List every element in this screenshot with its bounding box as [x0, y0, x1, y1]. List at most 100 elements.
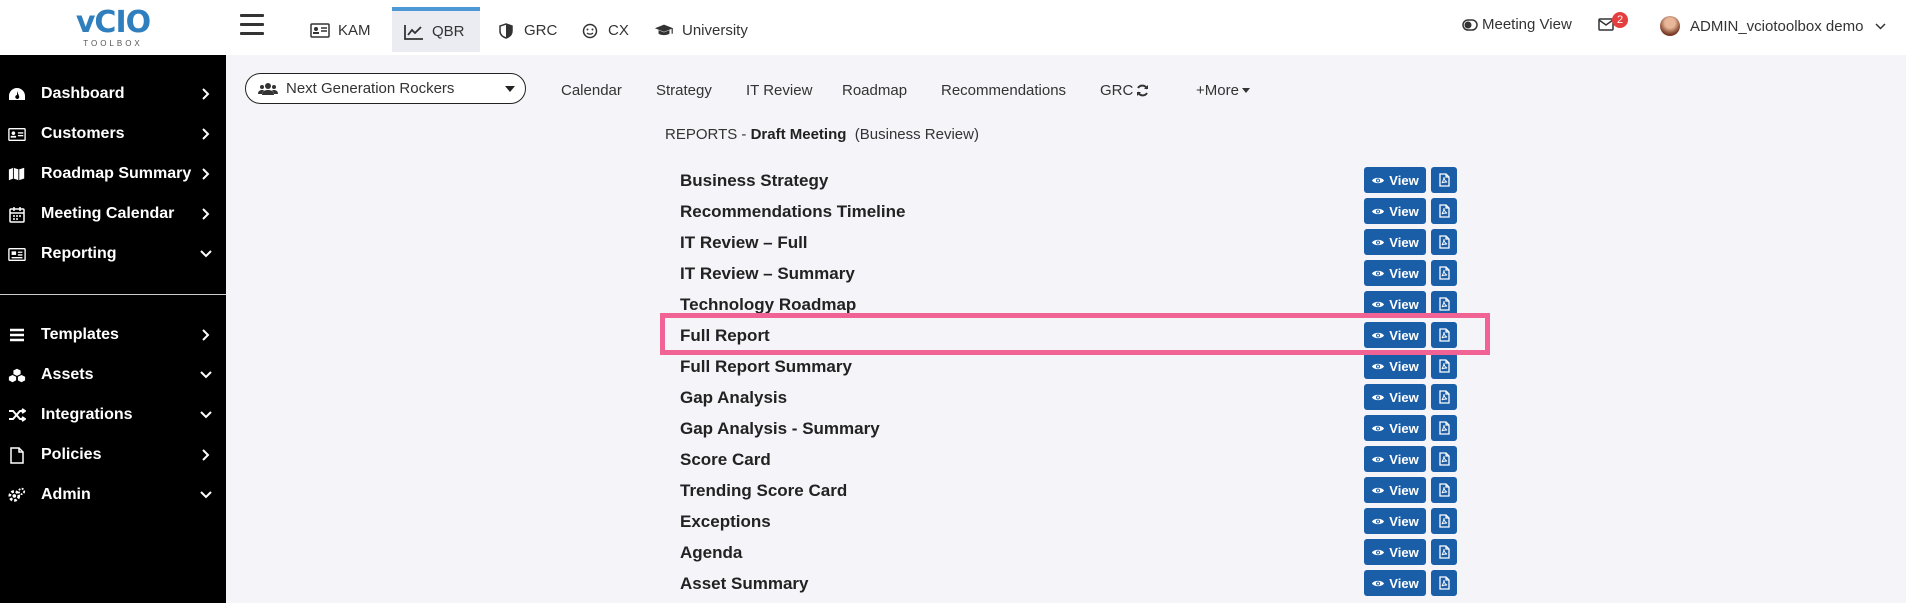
view-button[interactable]: View	[1364, 415, 1426, 441]
report-title: Trending Score Card	[680, 481, 848, 500]
view-button-label: View	[1389, 389, 1419, 405]
caret-down-icon	[505, 86, 515, 92]
sidebar-item-label: Dashboard	[41, 85, 125, 102]
tab-cx[interactable]: CX	[568, 8, 641, 53]
sidebar-item-roadmap-summary[interactable]: Roadmap Summary	[0, 154, 226, 194]
chevron-down-icon	[200, 489, 212, 501]
view-button[interactable]: View	[1364, 508, 1426, 534]
subnav-more[interactable]: +More	[1196, 82, 1250, 99]
file-pdf-icon	[1438, 359, 1450, 373]
view-button[interactable]: View	[1364, 539, 1426, 565]
view-button[interactable]: View	[1364, 570, 1426, 596]
sidebar-item-dashboard[interactable]: Dashboard	[0, 74, 226, 114]
chevron-down-icon	[1875, 22, 1886, 30]
pdf-download-button[interactable]	[1431, 322, 1457, 348]
view-button[interactable]: View	[1364, 384, 1426, 410]
hamburger-menu-icon[interactable]	[240, 14, 264, 36]
chevron-right-icon	[200, 88, 212, 100]
user-menu[interactable]: ADMIN_vciotoolbox demo	[1660, 16, 1886, 36]
tab-grc[interactable]: GRC	[484, 8, 569, 53]
pdf-download-button[interactable]	[1431, 291, 1457, 317]
pdf-download-button[interactable]	[1431, 384, 1457, 410]
chevron-right-icon	[200, 329, 212, 341]
view-button[interactable]: View	[1364, 229, 1426, 255]
pdf-download-button[interactable]	[1431, 570, 1457, 596]
file-pdf-icon	[1438, 204, 1450, 218]
pdf-download-button[interactable]	[1431, 260, 1457, 286]
file-pdf-icon	[1438, 452, 1450, 466]
pdf-download-button[interactable]	[1431, 198, 1457, 224]
report-row: Business Strategy View	[680, 167, 1460, 198]
pdf-download-button[interactable]	[1431, 167, 1457, 193]
bars-icon	[8, 326, 26, 344]
report-row: Technology Roadmap View	[680, 291, 1460, 322]
chart-line-icon	[404, 24, 424, 40]
view-button-label: View	[1389, 296, 1419, 312]
customer-select[interactable]: Next Generation Rockers	[245, 73, 526, 104]
top-bar: KAM QBR GRC CX University Meeting View 2…	[226, 0, 1906, 55]
pdf-download-button[interactable]	[1431, 508, 1457, 534]
subnav-calendar[interactable]: Calendar	[561, 82, 622, 99]
pdf-download-button[interactable]	[1431, 229, 1457, 255]
breadcrumb-meeting: Draft Meeting	[750, 126, 847, 143]
pdf-download-button[interactable]	[1431, 353, 1457, 379]
sidebar-item-label: Assets	[41, 366, 94, 383]
view-button[interactable]: View	[1364, 446, 1426, 472]
view-button[interactable]: View	[1364, 198, 1426, 224]
view-button[interactable]: View	[1364, 477, 1426, 503]
tab-qbr[interactable]: QBR	[392, 7, 480, 52]
breadcrumb: REPORTS - Draft Meeting (Business Review…	[665, 126, 979, 143]
view-button[interactable]: View	[1364, 353, 1426, 379]
shield-icon	[496, 22, 516, 39]
eye-icon	[1371, 455, 1385, 464]
logo[interactable]: vCIO TOOLBOX	[0, 0, 226, 55]
report-row: Gap Analysis - Summary View	[680, 415, 1460, 446]
logo-subtext: TOOLBOX	[83, 38, 143, 48]
subnav-it-review[interactable]: IT Review	[746, 82, 812, 99]
report-row: IT Review – Summary View	[680, 260, 1460, 291]
report-title: Agenda	[680, 543, 743, 562]
view-button[interactable]: View	[1364, 260, 1426, 286]
eye-icon	[1371, 331, 1385, 340]
sidebar-item-assets[interactable]: Assets	[0, 355, 226, 395]
file-pdf-icon	[1438, 297, 1450, 311]
view-button[interactable]: View	[1364, 167, 1426, 193]
eye-icon	[1371, 362, 1385, 371]
view-button[interactable]: View	[1364, 322, 1426, 348]
subnav-roadmap[interactable]: Roadmap	[842, 82, 907, 99]
file-pdf-icon	[1438, 266, 1450, 280]
chevron-right-icon	[200, 449, 212, 461]
sidebar-item-admin[interactable]: Admin	[0, 475, 226, 515]
tab-kam[interactable]: KAM	[298, 8, 383, 53]
subnav-grc[interactable]: GRC	[1100, 82, 1149, 99]
eye-icon	[1371, 269, 1385, 278]
report-row: Recommendations Timeline View	[680, 198, 1460, 229]
tab-label: KAM	[338, 22, 371, 39]
view-button-label: View	[1389, 327, 1419, 343]
pdf-download-button[interactable]	[1431, 477, 1457, 503]
sidebar-item-meeting-calendar[interactable]: Meeting Calendar	[0, 194, 226, 234]
view-button[interactable]: View	[1364, 291, 1426, 317]
sidebar-item-customers[interactable]: Customers	[0, 114, 226, 154]
chevron-right-icon	[200, 128, 212, 140]
report-title: Business Strategy	[680, 171, 829, 190]
view-button-label: View	[1389, 451, 1419, 467]
mail-button[interactable]: 2	[1598, 12, 1629, 31]
sidebar-item-reporting[interactable]: Reporting	[0, 234, 226, 274]
sidebar-item-label: Templates	[41, 326, 119, 343]
eye-icon	[1371, 517, 1385, 526]
pdf-download-button[interactable]	[1431, 446, 1457, 472]
pdf-download-button[interactable]	[1431, 415, 1457, 441]
sidebar-nav-secondary: Templates Assets Integrations Policies A…	[0, 315, 226, 515]
sidebar-item-policies[interactable]: Policies	[0, 435, 226, 475]
tab-university[interactable]: University	[642, 8, 760, 53]
subnav-recommendations[interactable]: Recommendations	[941, 82, 1066, 99]
file-pdf-icon	[1438, 235, 1450, 249]
meeting-view-toggle[interactable]: Meeting View	[1462, 16, 1572, 33]
view-button-label: View	[1389, 544, 1419, 560]
cubes-icon	[8, 366, 26, 384]
sidebar-item-integrations[interactable]: Integrations	[0, 395, 226, 435]
pdf-download-button[interactable]	[1431, 539, 1457, 565]
sidebar-item-templates[interactable]: Templates	[0, 315, 226, 355]
subnav-strategy[interactable]: Strategy	[656, 82, 712, 99]
